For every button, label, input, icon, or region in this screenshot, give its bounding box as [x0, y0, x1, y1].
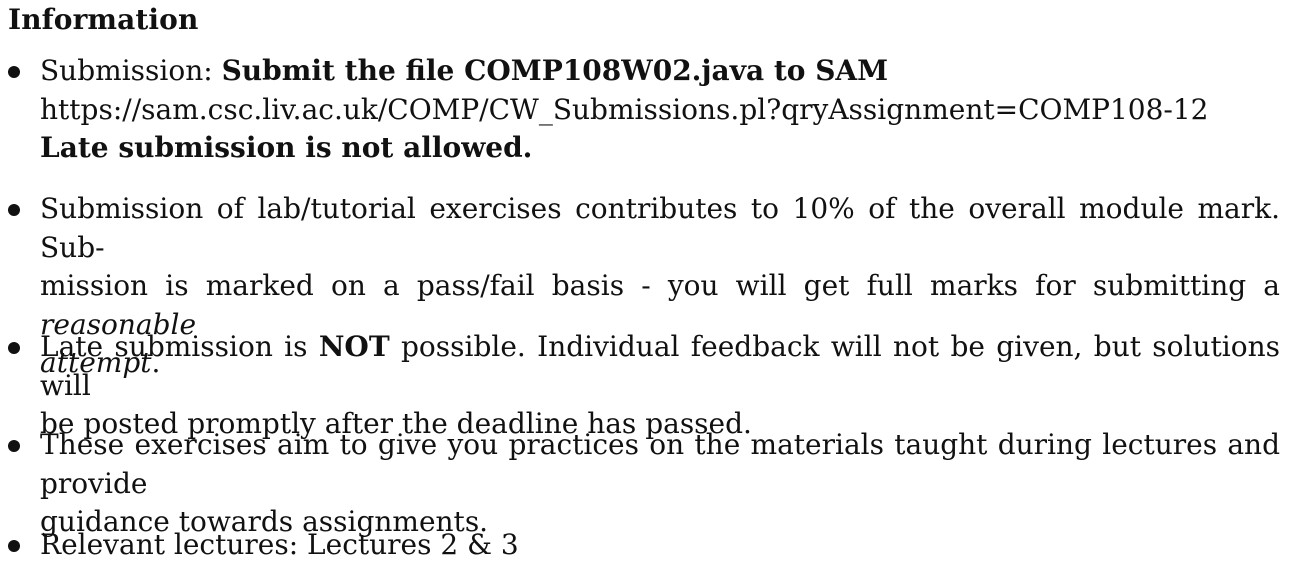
submission-line: Submission: Submit the file COMP108W02.j… [40, 52, 1280, 91]
marks-line-2-text: mission is marked on a pass/fail basis -… [40, 269, 1280, 302]
list-item-submission: Submission: Submit the file COMP108W02.j… [40, 52, 1280, 168]
list-item-aim: These exercises aim to give you practice… [40, 426, 1280, 542]
bullet-icon [8, 204, 20, 216]
bullet-icon [8, 540, 20, 552]
document-page: Information Submission: Submit the file … [0, 0, 1296, 566]
bullet-icon [8, 66, 20, 78]
marks-line-1: Submission of lab/tutorial exercises con… [40, 192, 1280, 264]
submission-url: https://sam.csc.liv.ac.uk/COMP/CW_Submis… [40, 92, 1209, 126]
late-line-1: Late submission is NOT possible. Individ… [40, 328, 1280, 405]
late-note: Late submission is not allowed. [40, 131, 533, 164]
submission-lead: Submission: [40, 54, 213, 87]
aim-line-1: These exercises aim to give you practice… [40, 428, 1280, 500]
bullet-icon [8, 440, 20, 452]
late-bold: NOT [318, 330, 390, 363]
lectures-line: Relevant lectures: Lectures 2 & 3 [40, 528, 519, 561]
bullet-icon [8, 342, 20, 354]
section-heading: Information [8, 3, 199, 36]
submission-title: Submit the file COMP108W02.java to SAM [221, 54, 889, 87]
late-prefix: Late submission is [40, 330, 308, 363]
list-item-lectures: Relevant lectures: Lectures 2 & 3 [40, 526, 1280, 565]
